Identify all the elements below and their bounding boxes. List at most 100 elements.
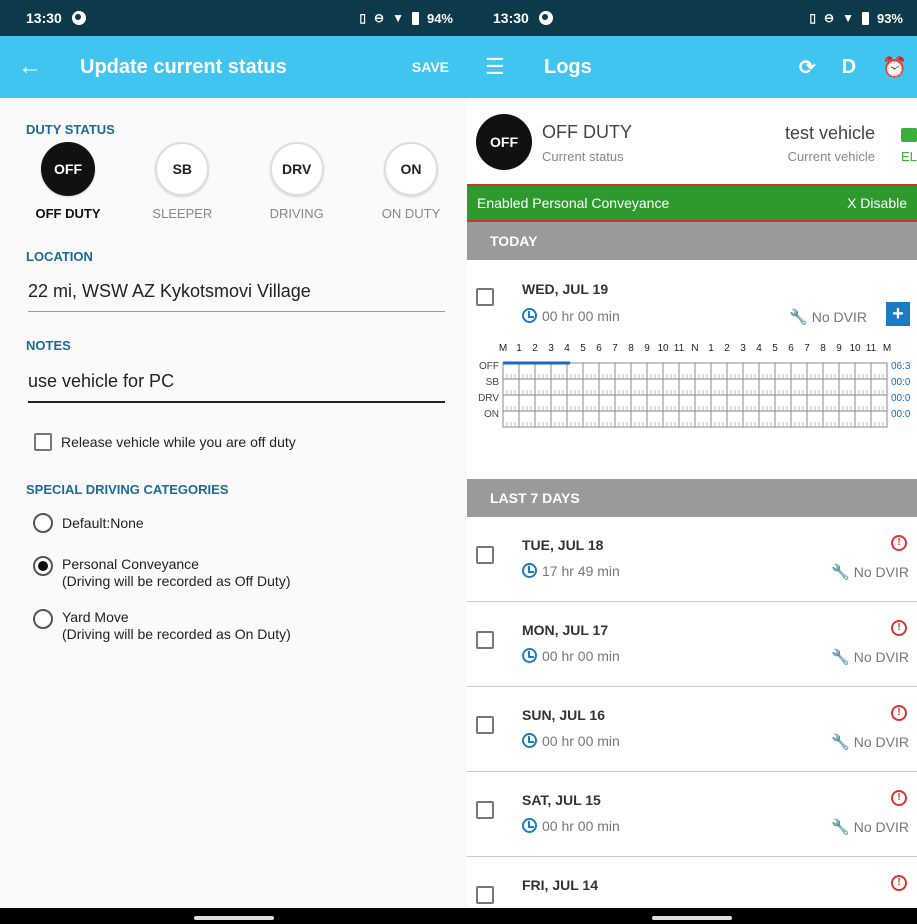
- alert-icon: !: [891, 875, 907, 891]
- graph-hour-label: 6: [596, 343, 602, 354]
- add-log-button[interactable]: +: [886, 302, 910, 326]
- duty-drv-button[interactable]: DRV: [269, 142, 324, 196]
- today-checkbox[interactable]: [476, 288, 494, 306]
- graph-hour-label: N: [691, 343, 698, 354]
- today-log-card[interactable]: WED, JUL 19 00 hr 00 min 🔧 No DVIR + M123…: [467, 260, 917, 479]
- day-duration: 00 hr 00 min: [522, 733, 620, 749]
- status-bar: 13:30 ▯ ⊖ ▼ 94%: [0, 0, 467, 36]
- today-dvir[interactable]: 🔧 No DVIR: [789, 308, 867, 326]
- graph-hour-label: 3: [740, 343, 746, 354]
- dnd-icon: ⊖: [374, 11, 385, 25]
- day-checkbox[interactable]: [476, 716, 494, 734]
- release-vehicle-option[interactable]: Release vehicle while you are off duty: [34, 433, 296, 451]
- category-default-radio[interactable]: [33, 513, 53, 533]
- notification-icon: [71, 11, 86, 25]
- duty-graph[interactable]: M 1 2 3 4 5 6 7 8 9 10 11 N 1 2 3 4 5 6 7 8 9 10 11 MOFFSBDRVON0…: [467, 333, 917, 467]
- duty-on-button[interactable]: ON: [383, 142, 438, 196]
- day-dvir[interactable]: 🔧 No DVIR: [831, 818, 909, 836]
- status-icons: ▯ ⊖ ▼ 93%: [809, 11, 903, 26]
- day-row[interactable]: MON, JUL 17 00 hr 00 min ! 🔧 No DVIR: [467, 602, 917, 687]
- category-pc-sublabel: (Driving will be recorded as Off Duty): [62, 573, 291, 589]
- category-pc-text: Personal Conveyance (Driving will be rec…: [62, 556, 290, 590]
- day-checkbox[interactable]: [476, 886, 494, 904]
- back-arrow-icon[interactable]: ←: [18, 53, 54, 81]
- page-title: Logs: [544, 55, 592, 78]
- update-status-screen: 13:30 ▯ ⊖ ▼ 94% ← Update current status …: [0, 0, 467, 924]
- sync-icon[interactable]: ⟳: [799, 55, 816, 80]
- graph-hour-label: 3: [548, 343, 554, 354]
- category-yard-option[interactable]: Yard Move (Driving will be recorded as O…: [0, 609, 291, 643]
- current-vehicle-name[interactable]: test vehicle: [785, 123, 875, 144]
- category-pc-radio[interactable]: [33, 556, 53, 576]
- vibrate-icon: ▯: [359, 11, 367, 25]
- clock-icon: [522, 648, 537, 663]
- battery-icon: [411, 11, 419, 25]
- day-checkbox[interactable]: [476, 546, 494, 564]
- day-duration: 00 hr 00 min: [522, 648, 620, 664]
- category-yard-label: Yard Move: [62, 609, 129, 625]
- day-row[interactable]: SUN, JUL 16 00 hr 00 min ! 🔧 No DVIR: [467, 687, 917, 772]
- category-yard-text: Yard Move (Driving will be recorded as O…: [62, 609, 291, 643]
- home-pill[interactable]: [652, 916, 732, 920]
- graph-hour-label: 11: [866, 343, 877, 354]
- alert-icon: !: [891, 535, 907, 551]
- graph-hour-label: 1: [516, 343, 522, 354]
- category-default-label: Default:None: [62, 515, 144, 531]
- day-checkbox[interactable]: [476, 801, 494, 819]
- app-bar: ☰ Logs ⟳ D ⏰: [467, 36, 917, 98]
- graph-hour-label: 4: [564, 343, 570, 354]
- graph-row-total: 00:0: [891, 409, 911, 420]
- duty-option-on[interactable]: ON ON DUTY: [361, 142, 461, 221]
- graph-hour-label: 7: [612, 343, 618, 354]
- vibrate-icon: ▯: [809, 11, 817, 25]
- logs-screen: 13:30 ▯ ⊖ ▼ 93% ☰ Logs ⟳ D ⏰ OFF OFF DUT…: [467, 0, 917, 924]
- duty-sb-button[interactable]: SB: [155, 142, 210, 196]
- duty-option-off[interactable]: OFF OFF DUTY: [18, 142, 118, 221]
- location-label: LOCATION: [26, 249, 93, 264]
- pc-disable-button[interactable]: X Disable: [847, 195, 907, 211]
- save-button[interactable]: SAVE: [412, 59, 449, 75]
- day-dvir[interactable]: 🔧 No DVIR: [831, 563, 909, 581]
- notes-field[interactable]: use vehicle for PC: [28, 371, 445, 403]
- day-checkbox[interactable]: [476, 631, 494, 649]
- home-pill[interactable]: [193, 916, 274, 920]
- day-dvir[interactable]: 🔧 No DVIR: [831, 733, 909, 751]
- day-duration: 17 hr 49 min: [522, 563, 620, 579]
- graph-row-label: OFF: [479, 361, 499, 372]
- graph-hour-label: 2: [724, 343, 730, 354]
- current-status-badge[interactable]: OFF: [476, 114, 532, 170]
- wrench-icon: 🔧: [831, 734, 850, 751]
- duty-off-button[interactable]: OFF: [41, 142, 95, 196]
- day-row[interactable]: TUE, JUL 18 17 hr 49 min ! 🔧 No DVIR: [467, 517, 917, 602]
- today-header: TODAY: [467, 222, 917, 260]
- release-vehicle-checkbox[interactable]: [34, 433, 52, 451]
- day-date: MON, JUL 17: [522, 622, 609, 638]
- graph-hour-label: 5: [580, 343, 586, 354]
- duty-off-label: OFF DUTY: [35, 206, 101, 221]
- duty-option-sb[interactable]: SB SLEEPER: [132, 142, 232, 221]
- duty-option-drv[interactable]: DRV DRIVING: [247, 142, 347, 221]
- graph-hour-label: 9: [836, 343, 842, 354]
- clock-icon: [522, 308, 537, 323]
- wifi-icon: ▼: [842, 11, 854, 25]
- category-default-option[interactable]: Default:None: [0, 513, 144, 533]
- today-duration: 00 hr 00 min: [522, 308, 620, 324]
- location-field[interactable]: 22 mi, WSW AZ Kykotsmovi Village: [28, 281, 445, 312]
- graph-row-total: 06:3: [891, 361, 911, 372]
- day-duration-value: 00 hr 00 min: [542, 733, 620, 749]
- category-pc-option[interactable]: Personal Conveyance (Driving will be rec…: [0, 556, 290, 590]
- graph-hour-label: 11: [674, 343, 685, 354]
- battery-icon: [861, 11, 869, 25]
- wrench-icon: 🔧: [831, 649, 850, 666]
- battery-level: 94%: [426, 10, 453, 26]
- d-button[interactable]: D: [842, 56, 856, 79]
- day-duration-value: 00 hr 00 min: [542, 648, 620, 664]
- category-yard-radio[interactable]: [33, 609, 53, 629]
- menu-icon[interactable]: ☰: [485, 54, 515, 80]
- graph-row-total: 00:0: [891, 377, 911, 388]
- day-date: FRI, JUL 14: [522, 877, 598, 893]
- clock-icon: [522, 563, 537, 578]
- alarm-icon[interactable]: ⏰: [882, 55, 907, 80]
- day-dvir[interactable]: 🔧 No DVIR: [831, 648, 909, 666]
- day-row[interactable]: SAT, JUL 15 00 hr 00 min ! 🔧 No DVIR: [467, 772, 917, 857]
